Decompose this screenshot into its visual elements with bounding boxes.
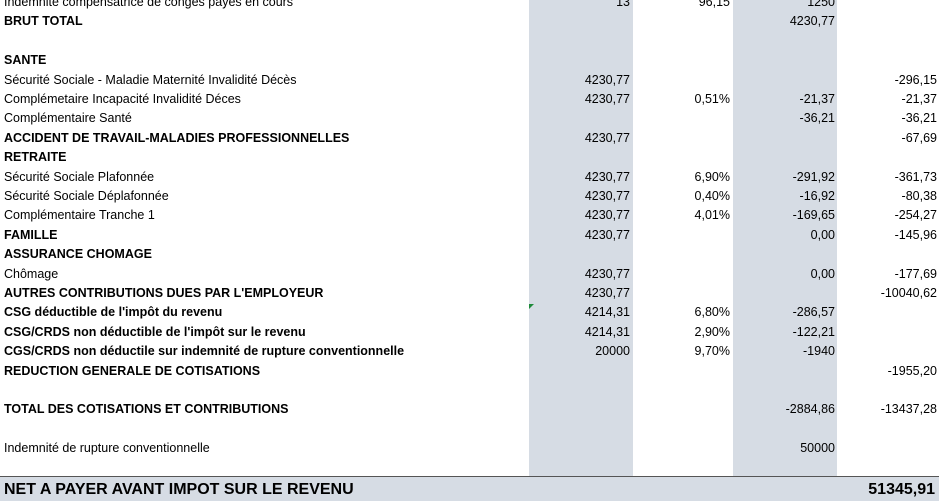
- row-employee-amount: -16,92: [799, 189, 835, 203]
- row-label: Indemnité de rupture conventionnelle: [4, 441, 210, 456]
- row-label: Chômage: [4, 266, 59, 281]
- row-label: Complémetaire Incapacité Invalidité Déce…: [4, 92, 241, 106]
- row-base: 4230,77: [584, 189, 630, 203]
- row-base: 4214,31: [584, 324, 630, 339]
- row-rate: 96,15: [698, 0, 730, 9]
- row-employee-amount: 4230,77: [789, 14, 835, 29]
- row-employee-amount: -1940: [803, 344, 835, 359]
- row-employee-amount: 50000: [800, 441, 835, 456]
- row-employee-amount: 1250: [807, 0, 835, 9]
- row-rate: 2,90%: [694, 324, 730, 339]
- table-row: AUTRES CONTRIBUTIONS DUES PAR L'EMPLOYEU…: [0, 284, 939, 303]
- row-employer-amount: -67,69: [901, 130, 937, 145]
- row-base: 20000: [595, 344, 630, 359]
- row-employer-amount: -177,69: [894, 266, 937, 281]
- row-base: 4230,77: [584, 169, 630, 184]
- table-row: ACCIDENT DE TRAVAIL-MALADIES PROFESSIONN…: [0, 129, 939, 148]
- row-base: 4230,77: [584, 72, 630, 87]
- row-employer-amount: -361,73: [894, 169, 937, 184]
- row-base: 13: [616, 0, 630, 9]
- row-label: RETRAITE: [4, 150, 67, 165]
- row-base: 4230,77: [584, 266, 630, 281]
- row-base: 4230,77: [584, 227, 630, 242]
- table-row: [0, 381, 939, 400]
- table-row: ASSURANCE CHOMAGE: [0, 245, 939, 264]
- row-label: CGS/CRDS non déductile sur indemnité de …: [4, 344, 405, 359]
- row-employee-amount: -2884,86: [785, 402, 835, 417]
- row-label: Complémentaire Tranche 1: [4, 208, 155, 223]
- row-base: 4214,31: [584, 305, 630, 320]
- row-rate: 0,51%: [694, 92, 730, 106]
- table-row: Indemnité de rupture conventionnelle 5000…: [0, 439, 939, 458]
- row-rate: 9,70%: [694, 344, 730, 359]
- row-employee-amount: -169,65: [792, 208, 835, 223]
- row-label: CSG/CRDS non déductible de l'impôt sur l…: [4, 324, 306, 339]
- row-base: 4230,77: [584, 130, 630, 145]
- table-row: [0, 32, 939, 51]
- table-row: REDUCTION GENERALE DE COTISATIONS -1955,2…: [0, 362, 939, 381]
- table-row: Complémentaire Tranche 1 4230,77 4,01% -169…: [0, 206, 939, 225]
- row-base: 4230,77: [584, 208, 630, 223]
- row-label: Sécurité Sociale - Maladie Maternité Inv…: [4, 72, 297, 87]
- table-row: RETRAITE: [0, 148, 939, 167]
- row-employee-amount: -36,21: [799, 111, 835, 126]
- row-rate: 6,80%: [694, 305, 730, 320]
- table-row: Indemnité compensatrice de congés payés …: [0, 0, 939, 12]
- row-label: Sécurité Sociale Plafonnée: [4, 169, 155, 184]
- row-employer-amount: -10040,62: [880, 286, 937, 300]
- table-row: Sécurité Sociale Plafonnée 4230,77 6,90% -2…: [0, 168, 939, 187]
- row-employee-amount: -286,57: [792, 305, 835, 320]
- row-label: FAMILLE: [4, 227, 58, 242]
- row-label: Complémentaire Santé: [4, 111, 132, 126]
- table-row: CSG/CRDS non déductible de l'impôt sur l…: [0, 323, 939, 342]
- row-rate: 4,01%: [694, 208, 730, 223]
- row-employer-amount: -145,96: [894, 227, 937, 242]
- table-row: SANTE: [0, 51, 939, 70]
- row-employee-amount: 0,00: [810, 266, 835, 281]
- table-row: [0, 420, 939, 439]
- table-row: TOTAL DES COTISATIONS ET CONTRIBUTIONS -2…: [0, 400, 939, 419]
- row-label: CSG déductible de l'impôt du revenu: [4, 305, 223, 320]
- row-label: Sécurité Sociale Déplafonnée: [4, 189, 169, 203]
- row-label: TOTAL DES COTISATIONS ET CONTRIBUTIONS: [4, 402, 289, 417]
- table-row: FAMILLE 4230,77 0,00 -145,96: [0, 226, 939, 245]
- row-employer-amount: -80,38: [901, 189, 937, 203]
- table-row: BRUT TOTAL 4230,77: [0, 12, 939, 31]
- net-pay-row: NET A PAYER AVANT IMPOT SUR LE REVENU 51…: [0, 476, 939, 501]
- table-row: Sécurité Sociale - Maladie Maternité Inv…: [0, 71, 939, 90]
- table-row: Complémentaire Santé -36,21 -36,21: [0, 109, 939, 128]
- table-row: Chômage 4230,77 0,00 -177,69: [0, 265, 939, 284]
- row-employer-amount: -1955,20: [887, 363, 937, 378]
- row-base: 4230,77: [584, 286, 630, 300]
- row-employer-amount: -13437,28: [880, 402, 937, 417]
- row-employer-amount: -36,21: [901, 111, 937, 126]
- row-employee-amount: -21,37: [799, 92, 835, 106]
- net-pay-label: NET A PAYER AVANT IMPOT SUR LE REVENU: [4, 481, 354, 498]
- row-employer-amount: -296,15: [894, 72, 937, 87]
- table-row: Complémetaire Incapacité Invalidité Déce…: [0, 90, 939, 109]
- table-row: CGS/CRDS non déductile sur indemnité de …: [0, 342, 939, 361]
- table-row: Sécurité Sociale Déplafonnée 4230,77 0,40%…: [0, 187, 939, 206]
- row-label: Indemnité compensatrice de congés payés …: [4, 0, 294, 9]
- row-base: 4230,77: [584, 92, 630, 106]
- row-rate: 6,90%: [694, 169, 730, 184]
- row-label: ACCIDENT DE TRAVAIL-MALADIES PROFESSIONN…: [4, 130, 350, 145]
- row-employee-amount: -291,92: [792, 169, 835, 184]
- row-label: AUTRES CONTRIBUTIONS DUES PAR L'EMPLOYEU…: [4, 286, 324, 300]
- row-employer-amount: -254,27: [894, 208, 937, 223]
- row-label: BRUT TOTAL: [4, 14, 83, 29]
- row-employee-amount: -122,21: [792, 324, 835, 339]
- row-employer-amount: -21,37: [901, 92, 937, 106]
- row-label: SANTE: [4, 53, 47, 68]
- row-employee-amount: 0,00: [810, 227, 835, 242]
- row-rate: 0,40%: [694, 189, 730, 203]
- row-label: REDUCTION GENERALE DE COTISATIONS: [4, 363, 261, 378]
- row-label: ASSURANCE CHOMAGE: [4, 247, 152, 262]
- net-pay-amount: 51345,91: [868, 481, 935, 498]
- table-row: CSG déductible de l'impôt du revenu 4214,…: [0, 303, 939, 322]
